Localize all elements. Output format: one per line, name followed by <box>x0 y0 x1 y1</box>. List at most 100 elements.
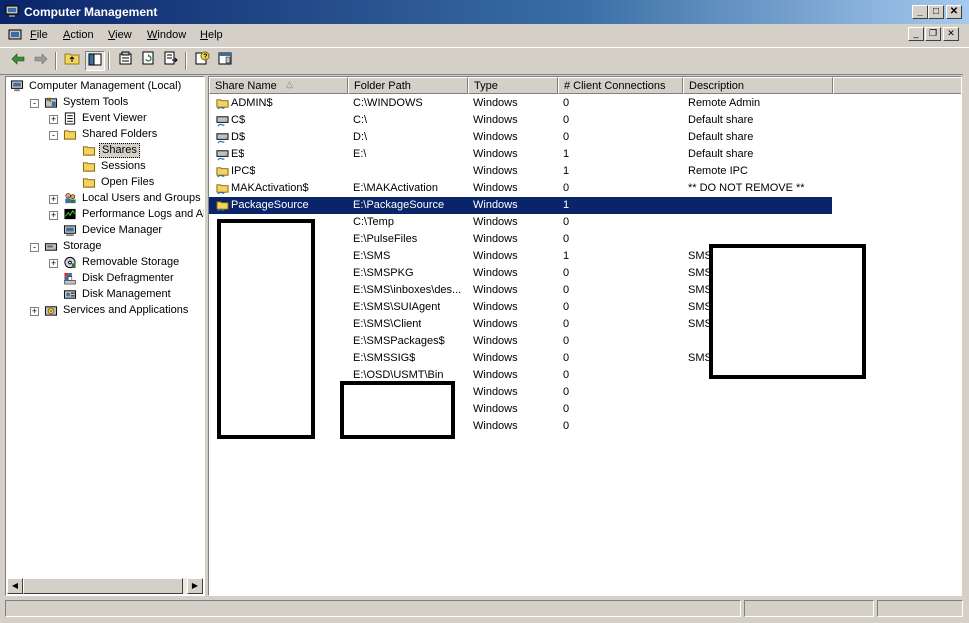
share-row[interactable]: D$ D:\ Windows 0 Default share <box>209 129 832 146</box>
performance-icon <box>64 208 76 220</box>
forward-icon[interactable] <box>31 51 51 71</box>
properties-icon[interactable] <box>115 51 135 71</box>
shared-folder-icon <box>216 201 229 212</box>
tree-node-shared-folders[interactable]: - Shared Folders <box>6 127 204 143</box>
maximize-button[interactable]: □ <box>928 5 944 19</box>
expand-icon[interactable]: + <box>49 195 58 204</box>
console-tree[interactable]: Computer Management (Local) - System Tools… <box>5 76 205 596</box>
tree-node-label: Services and Applications <box>63 304 189 316</box>
tree-node-open-files[interactable]: Open Files <box>6 175 204 191</box>
cell-folder-path: C:\ <box>353 114 368 126</box>
mdi-minimize-button[interactable]: _ <box>908 27 924 41</box>
shared-drive-icon <box>216 150 229 161</box>
window-title: Computer Management <box>24 5 158 19</box>
expand-icon[interactable]: + <box>49 115 58 124</box>
close-button[interactable]: ✕ <box>946 5 962 19</box>
share-row[interactable]: IPC$ Windows 1 Remote IPC <box>209 163 832 180</box>
menu-view[interactable]: View <box>108 29 132 41</box>
tree-node-label: Sessions <box>101 160 146 172</box>
scroll-left-button[interactable]: ◀ <box>7 578 23 594</box>
folder-icon <box>82 146 96 156</box>
tree-node-removable-storage[interactable]: + Removable Storage <box>6 255 204 271</box>
cell-type: Windows <box>473 250 518 262</box>
disk-management-icon <box>63 290 77 299</box>
cell-type: Windows <box>473 352 518 364</box>
column-header-description[interactable]: Description <box>683 77 833 94</box>
cell-description: Remote Admin <box>688 97 761 109</box>
show-tree-icon[interactable] <box>85 51 105 71</box>
console-icon[interactable] <box>215 51 235 71</box>
mdi-close-button[interactable]: ✕ <box>943 27 959 41</box>
mdi-window-icon[interactable] <box>8 28 22 42</box>
cell-folder-path: E:\SMS <box>353 250 391 262</box>
title-bar[interactable]: Computer Management _ □ ✕ <box>0 0 969 24</box>
cell-client-connections: 0 <box>563 114 570 126</box>
cell-client-connections: 0 <box>563 318 570 330</box>
minimize-button[interactable]: _ <box>912 5 928 19</box>
svg-text:?: ? <box>203 54 207 61</box>
menu-action[interactable]: Action <box>63 29 94 41</box>
collapse-icon[interactable]: - <box>49 131 58 140</box>
shared-folder-icon <box>216 184 229 195</box>
tree-node-event-viewer[interactable]: + Event Viewer <box>6 111 204 127</box>
tree-node-label: Disk Defragmenter <box>82 272 174 284</box>
cell-client-connections: 0 <box>563 335 570 347</box>
share-row[interactable]: E$ E:\ Windows 1 Default share <box>209 146 832 163</box>
export-list-icon[interactable] <box>161 51 181 71</box>
cell-type: Windows <box>473 284 518 296</box>
window-edge <box>963 48 969 598</box>
tree-node-disk-management[interactable]: Disk Management <box>6 287 204 303</box>
tree-node-sessions[interactable]: Sessions <box>6 159 204 175</box>
column-header-client-connections[interactable]: # Client Connections <box>558 77 683 94</box>
tree-node-disk-defragmenter[interactable]: Disk Defragmenter <box>6 271 204 287</box>
tree-node-label: Local Users and Groups <box>82 192 201 204</box>
cell-client-connections: 0 <box>563 352 570 364</box>
cell-type: Windows <box>473 403 518 415</box>
cell-client-connections: 1 <box>563 165 570 177</box>
scroll-right-button[interactable]: ▶ <box>187 578 203 594</box>
column-header-share-name[interactable]: Share Name △ <box>209 77 348 94</box>
tree-node-performance-logs-and-alerts[interactable]: + Performance Logs and Alerts <box>6 207 204 223</box>
back-icon[interactable] <box>8 51 28 71</box>
mdi-restore-button[interactable]: ❐ <box>925 27 941 41</box>
menu-file[interactable]: File <box>30 29 48 41</box>
folder-icon <box>82 178 96 188</box>
cell-type: Windows <box>473 114 518 126</box>
toolbar-separator <box>55 52 57 70</box>
share-row[interactable]: C$ C:\ Windows 0 Default share <box>209 112 832 129</box>
tree-horizontal-scrollbar[interactable]: ◀ ▶ <box>7 578 203 594</box>
up-folder-icon[interactable] <box>62 51 82 71</box>
scroll-thumb[interactable] <box>23 578 183 594</box>
tree-node-system-tools[interactable]: - System Tools <box>6 95 204 111</box>
cell-folder-path: E:\SMS\SUIAgent <box>353 301 441 313</box>
collapse-icon[interactable]: - <box>30 243 39 252</box>
expand-icon[interactable]: + <box>30 307 39 316</box>
share-row[interactable]: ADMIN$ C:\WINDOWS Windows 0 Remote Admin <box>209 95 832 112</box>
tree-node-label: Event Viewer <box>82 112 147 124</box>
cell-client-connections: 0 <box>563 182 570 194</box>
menu-window[interactable]: Window <box>147 29 186 41</box>
column-header-folder-path[interactable]: Folder Path <box>348 77 468 94</box>
redaction-box <box>217 219 315 439</box>
column-header-type[interactable]: Type <box>468 77 558 94</box>
tree-node-local-users-and-groups[interactable]: + Local Users and Groups <box>6 191 204 207</box>
refresh-icon[interactable] <box>138 51 158 71</box>
tree-node-services-and-applications[interactable]: + Services and Applications <box>6 303 204 319</box>
expand-icon[interactable]: + <box>49 259 58 268</box>
cell-folder-path: E:\MAKActivation <box>353 182 438 194</box>
tree-node-label: Shared Folders <box>82 128 158 140</box>
menu-help[interactable]: Help <box>200 29 223 41</box>
toolbar-separator <box>108 52 110 70</box>
tree-node-computer-management-local[interactable]: Computer Management (Local) <box>6 79 204 95</box>
shares-list[interactable]: Share Name △ Folder Path Type # Client C… <box>208 76 962 596</box>
expand-icon[interactable]: + <box>49 211 58 220</box>
tree-node-storage[interactable]: - Storage <box>6 239 204 255</box>
tree-node-device-manager[interactable]: Device Manager <box>6 223 204 239</box>
collapse-icon[interactable]: - <box>30 99 39 108</box>
share-row[interactable]: PackageSource E:\PackageSource Windows 1 <box>209 197 832 214</box>
cell-description: Remote IPC <box>688 165 748 177</box>
share-row[interactable]: MAKActivation$ E:\MAKActivation Windows 0 **… <box>209 180 832 197</box>
help-icon[interactable]: ? <box>192 51 212 71</box>
cell-description: Default share <box>688 148 754 160</box>
tree-node-shares[interactable]: Shares <box>6 143 204 159</box>
